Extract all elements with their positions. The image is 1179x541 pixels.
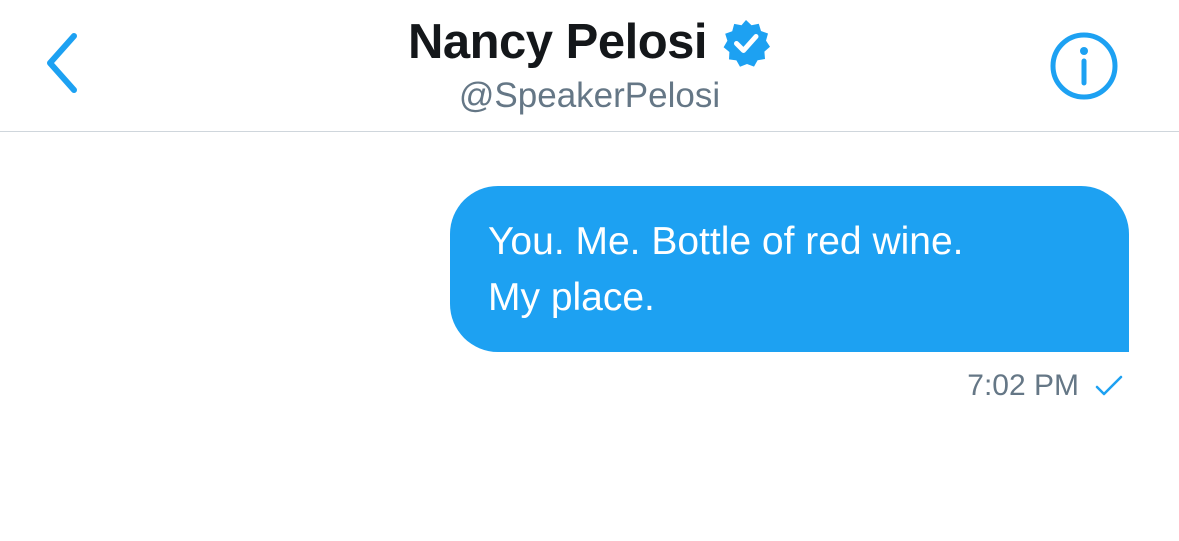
- message-meta: 7:02 PM: [967, 366, 1123, 406]
- message-bubble[interactable]: You. Me. Bottle of red wine. My place.: [450, 186, 1129, 352]
- conversation-header: Nancy Pelosi @SpeakerPelosi: [0, 0, 1179, 132]
- contact-handle: @SpeakerPelosi: [458, 76, 721, 115]
- info-button[interactable]: [1049, 31, 1119, 101]
- verified-badge-icon: [723, 20, 771, 67]
- message-timestamp: 7:02 PM: [967, 369, 1079, 402]
- contact-title[interactable]: Nancy Pelosi: [0, 12, 1179, 72]
- info-icon: [1050, 32, 1118, 100]
- check-icon: [1095, 375, 1123, 396]
- contact-name: Nancy Pelosi: [407, 15, 708, 69]
- message-text: You. Me. Bottle of red wine. My place.: [488, 220, 964, 319]
